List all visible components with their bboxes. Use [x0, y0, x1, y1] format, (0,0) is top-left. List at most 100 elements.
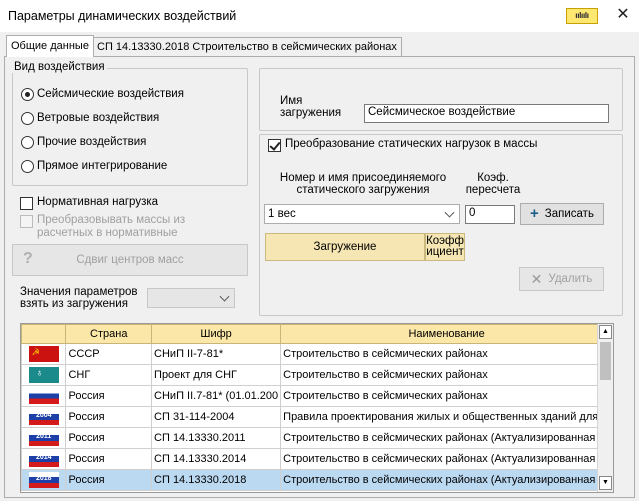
table-scrollbar[interactable]: ▲ ▼ — [597, 324, 613, 492]
question-icon: ? — [23, 250, 33, 267]
name-cell: Строительство в сейсмических районах — [280, 385, 613, 407]
code-cell: СНиП II.7-81* (01.01.200 — [151, 385, 282, 407]
loads-grid-header-load: Загружение — [265, 233, 425, 261]
table-row[interactable]: 2004 Россия СП 31-114-2004 Правила проек… — [21, 406, 613, 428]
title-bar: Параметры динамических воздействий ıılıı… — [0, 0, 639, 32]
flag-cell: ☭ — [21, 343, 67, 365]
norms-table: Страна Шифр Наименование ☭ СССР СНиП II-… — [20, 323, 614, 493]
chevron-down-icon — [219, 291, 230, 302]
close-icon[interactable]: ✕ — [612, 4, 634, 26]
static-to-mass-checkbox-row[interactable]: Преобразование статических нагрузок в ма… — [268, 138, 537, 152]
tab-general[interactable]: Общие данные — [6, 35, 94, 57]
radio-direct-integration-button[interactable] — [21, 159, 34, 173]
name-cell: Строительство в сейсмических районах (Ак… — [280, 469, 613, 491]
load-name-input[interactable]: Сейсмическое воздействие — [364, 104, 609, 123]
window-title: Параметры динамических воздействий — [8, 9, 237, 23]
table-row-selected[interactable]: 2018 Россия СП 14.13330.2018 Строительст… — [21, 469, 613, 491]
static-to-mass-label: Преобразование статических нагрузок в ма… — [285, 138, 538, 150]
radio-seismic[interactable]: Сейсмические воздействия — [21, 85, 184, 103]
radio-other[interactable]: Прочие воздействия — [21, 133, 146, 151]
load-name-label: Имя загружения — [280, 95, 342, 119]
flag-cell: 2014 — [21, 448, 67, 470]
scroll-up-icon[interactable]: ▲ — [599, 325, 612, 339]
russia-2014-flag-icon: 2014 — [28, 451, 59, 467]
flag-cell: 2011 — [21, 427, 67, 449]
cis-flag-icon: ♁ — [28, 367, 59, 383]
russia-2018-flag-icon: 2018 — [28, 472, 59, 488]
coef-input[interactable]: 0 — [465, 205, 515, 224]
header-country: Страна — [65, 324, 153, 344]
param-values-label: Значения параметров взять из загружения — [20, 286, 138, 310]
convert-masses-label: Преобразовывать массы из расчетных в нор… — [37, 214, 186, 239]
code-cell: СНиП II-7-81* — [151, 343, 282, 365]
convert-masses-checkbox-row: Преобразовывать массы из расчетных в нор… — [20, 214, 220, 240]
country-cell: Россия — [65, 427, 153, 449]
shift-mass-centers-button[interactable]: ? Сдвиг центров масс — [12, 244, 248, 276]
radio-wind[interactable]: Ветровые воздействия — [21, 109, 159, 127]
name-cell: Строительство в сейсмических районах — [280, 364, 613, 386]
radio-seismic-button[interactable] — [21, 87, 34, 101]
country-cell: СССР — [65, 343, 153, 365]
loads-grid-header-coef: Коэфф ициент — [425, 233, 465, 261]
app-logo-icon[interactable]: ıılıılı — [566, 8, 598, 24]
flag-cell: 2018 — [21, 469, 67, 491]
name-cell: Строительство в сейсмических районах — [280, 343, 613, 365]
delete-button-label: Удалить — [548, 273, 593, 285]
ussr-flag-icon: ☭ — [28, 346, 59, 362]
radio-direct-integration[interactable]: Прямое интегрирование — [21, 157, 167, 175]
normative-load-label: Нормативная нагрузка — [37, 196, 159, 208]
country-cell: Россия — [65, 469, 153, 491]
country-cell: СНГ — [65, 364, 153, 386]
loads-grid-header-load-text: Загружение — [313, 240, 377, 253]
country-cell: Россия — [65, 448, 153, 470]
influence-type-legend: Вид воздействия — [12, 61, 107, 73]
attach-load-value: 1 вес — [268, 208, 296, 220]
russia-2011-flag-icon: 2011 — [28, 430, 59, 446]
attach-load-select[interactable]: 1 вес — [264, 204, 460, 224]
table-row[interactable]: ♁ СНГ Проект для СНГ Строительство в сей… — [21, 364, 613, 386]
loads-grid-header-coef-text: Коэфф ициент — [426, 235, 464, 258]
table-row[interactable]: 2014 Россия СП 14.13330.2014 Строительст… — [21, 448, 613, 470]
code-cell: СП 31-114-2004 — [151, 406, 282, 428]
delete-button[interactable]: ✕ Удалить — [519, 267, 604, 291]
chevron-down-icon — [444, 207, 455, 218]
coef-header: Коэф. пересчета — [465, 172, 521, 196]
radio-direct-integration-label: Прямое интегрирование — [37, 160, 168, 172]
header-code: Шифр — [151, 324, 282, 344]
table-row[interactable]: ☭ СССР СНиП II-7-81* Строительство в сей… — [21, 343, 613, 365]
radio-other-button[interactable] — [21, 135, 34, 149]
country-cell: Россия — [65, 385, 153, 407]
flag-cell: ♁ — [21, 364, 67, 386]
radio-wind-label: Ветровые воздействия — [37, 112, 160, 124]
radio-seismic-label: Сейсмические воздействия — [37, 88, 184, 100]
flag-cell: 2004 — [21, 406, 67, 428]
header-flag — [21, 324, 67, 344]
tab-sp-2018[interactable]: СП 14.13330.2018 Строительство в сейсмич… — [92, 37, 402, 57]
scroll-thumb[interactable] — [600, 342, 611, 380]
radio-wind-button[interactable] — [21, 111, 34, 125]
name-cell: Правила проектирования жилых и обществен… — [280, 406, 613, 428]
convert-masses-checkbox — [20, 215, 33, 228]
code-cell: Проект для СНГ — [151, 364, 282, 386]
param-values-select — [147, 288, 235, 308]
code-cell: СП 14.13330.2014 — [151, 448, 282, 470]
plus-icon: + — [530, 205, 539, 222]
norms-table-grid: Страна Шифр Наименование ☭ СССР СНиП II-… — [21, 324, 613, 491]
code-cell: СП 14.13330.2018 — [151, 469, 282, 491]
header-name: Наименование — [280, 324, 613, 344]
static-to-mass-checkbox[interactable] — [268, 139, 281, 152]
normative-load-checkbox-row[interactable]: Нормативная нагрузка — [20, 196, 158, 210]
table-header-row: Страна Шифр Наименование — [21, 324, 613, 344]
table-row[interactable]: 2011 Россия СП 14.13330.2011 Строительст… — [21, 427, 613, 449]
flag-cell — [21, 385, 67, 407]
attach-load-header: Номер и имя присоединяемого статического… — [279, 172, 447, 196]
name-cell: Строительство в сейсмических районах (Ак… — [280, 448, 613, 470]
delete-icon: ✕ — [530, 270, 543, 287]
normative-load-checkbox[interactable] — [20, 197, 33, 210]
shift-mass-centers-label: Сдвиг центров масс — [76, 254, 184, 266]
radio-other-label: Прочие воздействия — [37, 136, 147, 148]
record-button[interactable]: + Записать — [520, 203, 604, 225]
scroll-down-icon[interactable]: ▼ — [599, 476, 612, 490]
table-row[interactable]: Россия СНиП II.7-81* (01.01.200 Строител… — [21, 385, 613, 407]
russia-2004-flag-icon: 2004 — [28, 409, 59, 425]
